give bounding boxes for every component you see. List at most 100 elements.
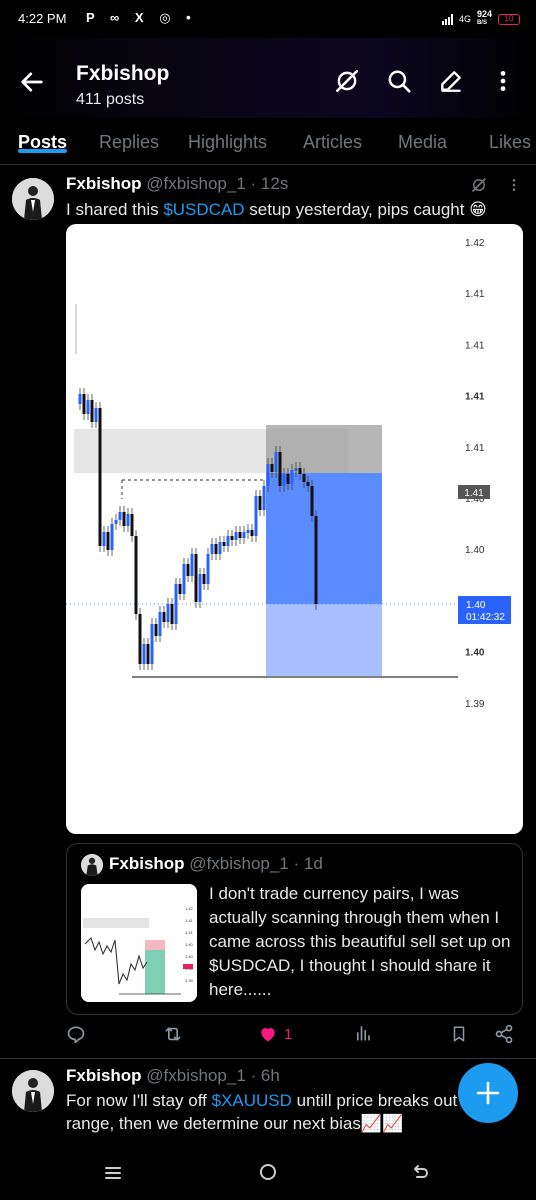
net-speed: 924 B/S: [477, 10, 492, 28]
status-bar: 4:22 PM P ∞ X ◎ • 4G 924 B/S 10: [0, 0, 536, 38]
candle: [234, 532, 238, 540]
notification-icons: P ∞ X ◎ •: [86, 10, 197, 25]
candle: [310, 486, 314, 516]
status-time: 4:22 PM: [18, 11, 67, 26]
author-name[interactable]: Fxbishop: [66, 1066, 142, 1085]
candle: [110, 524, 114, 550]
quote-time: · 1d: [293, 854, 323, 873]
like-button[interactable]: 1: [258, 1024, 292, 1044]
new-post-button[interactable]: [458, 1063, 518, 1123]
status-right: 4G 924 B/S 10: [441, 10, 520, 28]
reply-icon: [67, 1026, 85, 1044]
reply-button[interactable]: [66, 1024, 86, 1044]
countdown-label: 01:42:32: [466, 612, 505, 623]
more-options-icon[interactable]: [490, 68, 516, 94]
grok-icon[interactable]: [334, 68, 360, 94]
quote-thumbnail[interactable]: 1.421.411.41 1.401.401.401.39: [81, 884, 197, 1002]
compose-icon[interactable]: [438, 68, 464, 94]
candle: [166, 604, 170, 622]
candle: [178, 584, 182, 594]
post-chart-image[interactable]: 1.421.411.411.411.411.401.401.401.401.39…: [66, 224, 523, 834]
quote-header: Fxbishop @fxbishop_1 · 1d: [109, 854, 323, 874]
candle: [134, 536, 138, 614]
post-text-part: setup yesterday, pips caught 😁: [244, 200, 487, 219]
profile-tabs: Posts Replies Highlights Articles Media …: [0, 118, 536, 165]
post-time: · 12s: [250, 174, 289, 193]
author-name[interactable]: Fxbishop: [66, 174, 142, 193]
bookmark-icon: [453, 1026, 465, 1042]
y-tick-label: 1.41: [465, 443, 485, 454]
last-price-label: 1.40: [466, 600, 486, 611]
cashtag-link[interactable]: $XAUUSD: [212, 1091, 292, 1110]
y-tick-label: 1.41: [465, 392, 485, 403]
candle: [186, 564, 190, 576]
svg-text:1.42: 1.42: [185, 906, 194, 911]
y-tick-label: 1.42: [465, 238, 485, 249]
candle: [266, 464, 270, 486]
candle: [290, 470, 294, 484]
avatar-image: [12, 178, 54, 220]
quote-thumbnail-chart: 1.421.411.41 1.401.401.401.39: [81, 884, 197, 1002]
candle: [114, 520, 118, 524]
avatar[interactable]: [12, 1070, 54, 1112]
post-more-icon[interactable]: [506, 177, 522, 193]
candle: [194, 554, 198, 602]
take-profit-zone: [266, 604, 382, 676]
quote-author-name: Fxbishop: [109, 854, 185, 873]
quoted-post[interactable]: Fxbishop @fxbishop_1 · 1d 1.42 1.41 1.41 1…: [66, 843, 523, 1015]
bookmark-button[interactable]: [450, 1024, 468, 1044]
post-text-part: For now I'll stay off: [66, 1091, 212, 1110]
svg-text:1.39: 1.39: [185, 978, 194, 983]
y-axis: 1.421.411.411.411.411.401.401.401.401.39: [465, 238, 485, 710]
tab-highlights[interactable]: Highlights: [188, 118, 267, 153]
share-icon: [495, 1024, 513, 1044]
quote-avatar: [81, 854, 103, 876]
grok-icon[interactable]: [470, 176, 488, 194]
candle: [118, 512, 122, 520]
search-icon[interactable]: [386, 68, 412, 94]
candle: [174, 584, 178, 624]
home-icon[interactable]: [258, 1162, 278, 1182]
candle: [278, 452, 282, 486]
candle: [90, 400, 94, 422]
repost-button[interactable]: [162, 1024, 184, 1044]
network-type: 4G: [458, 14, 471, 24]
candle: [294, 468, 298, 471]
back-arrow-icon[interactable]: [18, 68, 46, 96]
cashtag-link[interactable]: $USDCAD: [163, 200, 244, 219]
post-time: · 6h: [250, 1066, 280, 1085]
candle: [306, 482, 310, 486]
candle: [202, 574, 206, 584]
candle: [242, 532, 246, 538]
repost-icon: [165, 1027, 181, 1041]
candle: [162, 612, 166, 622]
candle: [154, 624, 158, 636]
svg-text:1.40: 1.40: [185, 954, 194, 959]
views-button[interactable]: [354, 1024, 372, 1042]
share-button[interactable]: [494, 1024, 514, 1044]
tab-likes[interactable]: Likes: [489, 118, 531, 153]
avatar-image: [12, 1070, 54, 1112]
chart-svg: 1.421.411.411.411.411.401.401.401.401.39…: [66, 238, 511, 710]
recent-apps-icon[interactable]: [104, 1164, 122, 1182]
y-tick-label: 1.40: [465, 648, 485, 659]
tab-posts[interactable]: Posts: [18, 118, 68, 153]
candle: [222, 542, 226, 546]
take-profit-zone-filled: [266, 473, 382, 604]
stop-loss-zone: [266, 425, 382, 473]
author-handle[interactable]: @fxbishop_1: [146, 1066, 246, 1085]
author-handle[interactable]: @fxbishop_1: [146, 174, 246, 193]
y-tick-label: 1.40: [465, 545, 485, 556]
analytics-icon: [356, 1026, 370, 1041]
tab-articles[interactable]: Articles: [303, 118, 362, 153]
tab-replies[interactable]: Replies: [99, 118, 159, 153]
candle: [102, 532, 106, 546]
candle: [258, 496, 262, 510]
avatar[interactable]: [12, 178, 54, 220]
tab-media[interactable]: Media: [398, 118, 447, 153]
post-actions: 1: [66, 1024, 516, 1050]
back-nav-icon[interactable]: [412, 1163, 430, 1181]
candle: [122, 512, 126, 526]
candle: [286, 474, 290, 484]
candle: [142, 644, 146, 664]
